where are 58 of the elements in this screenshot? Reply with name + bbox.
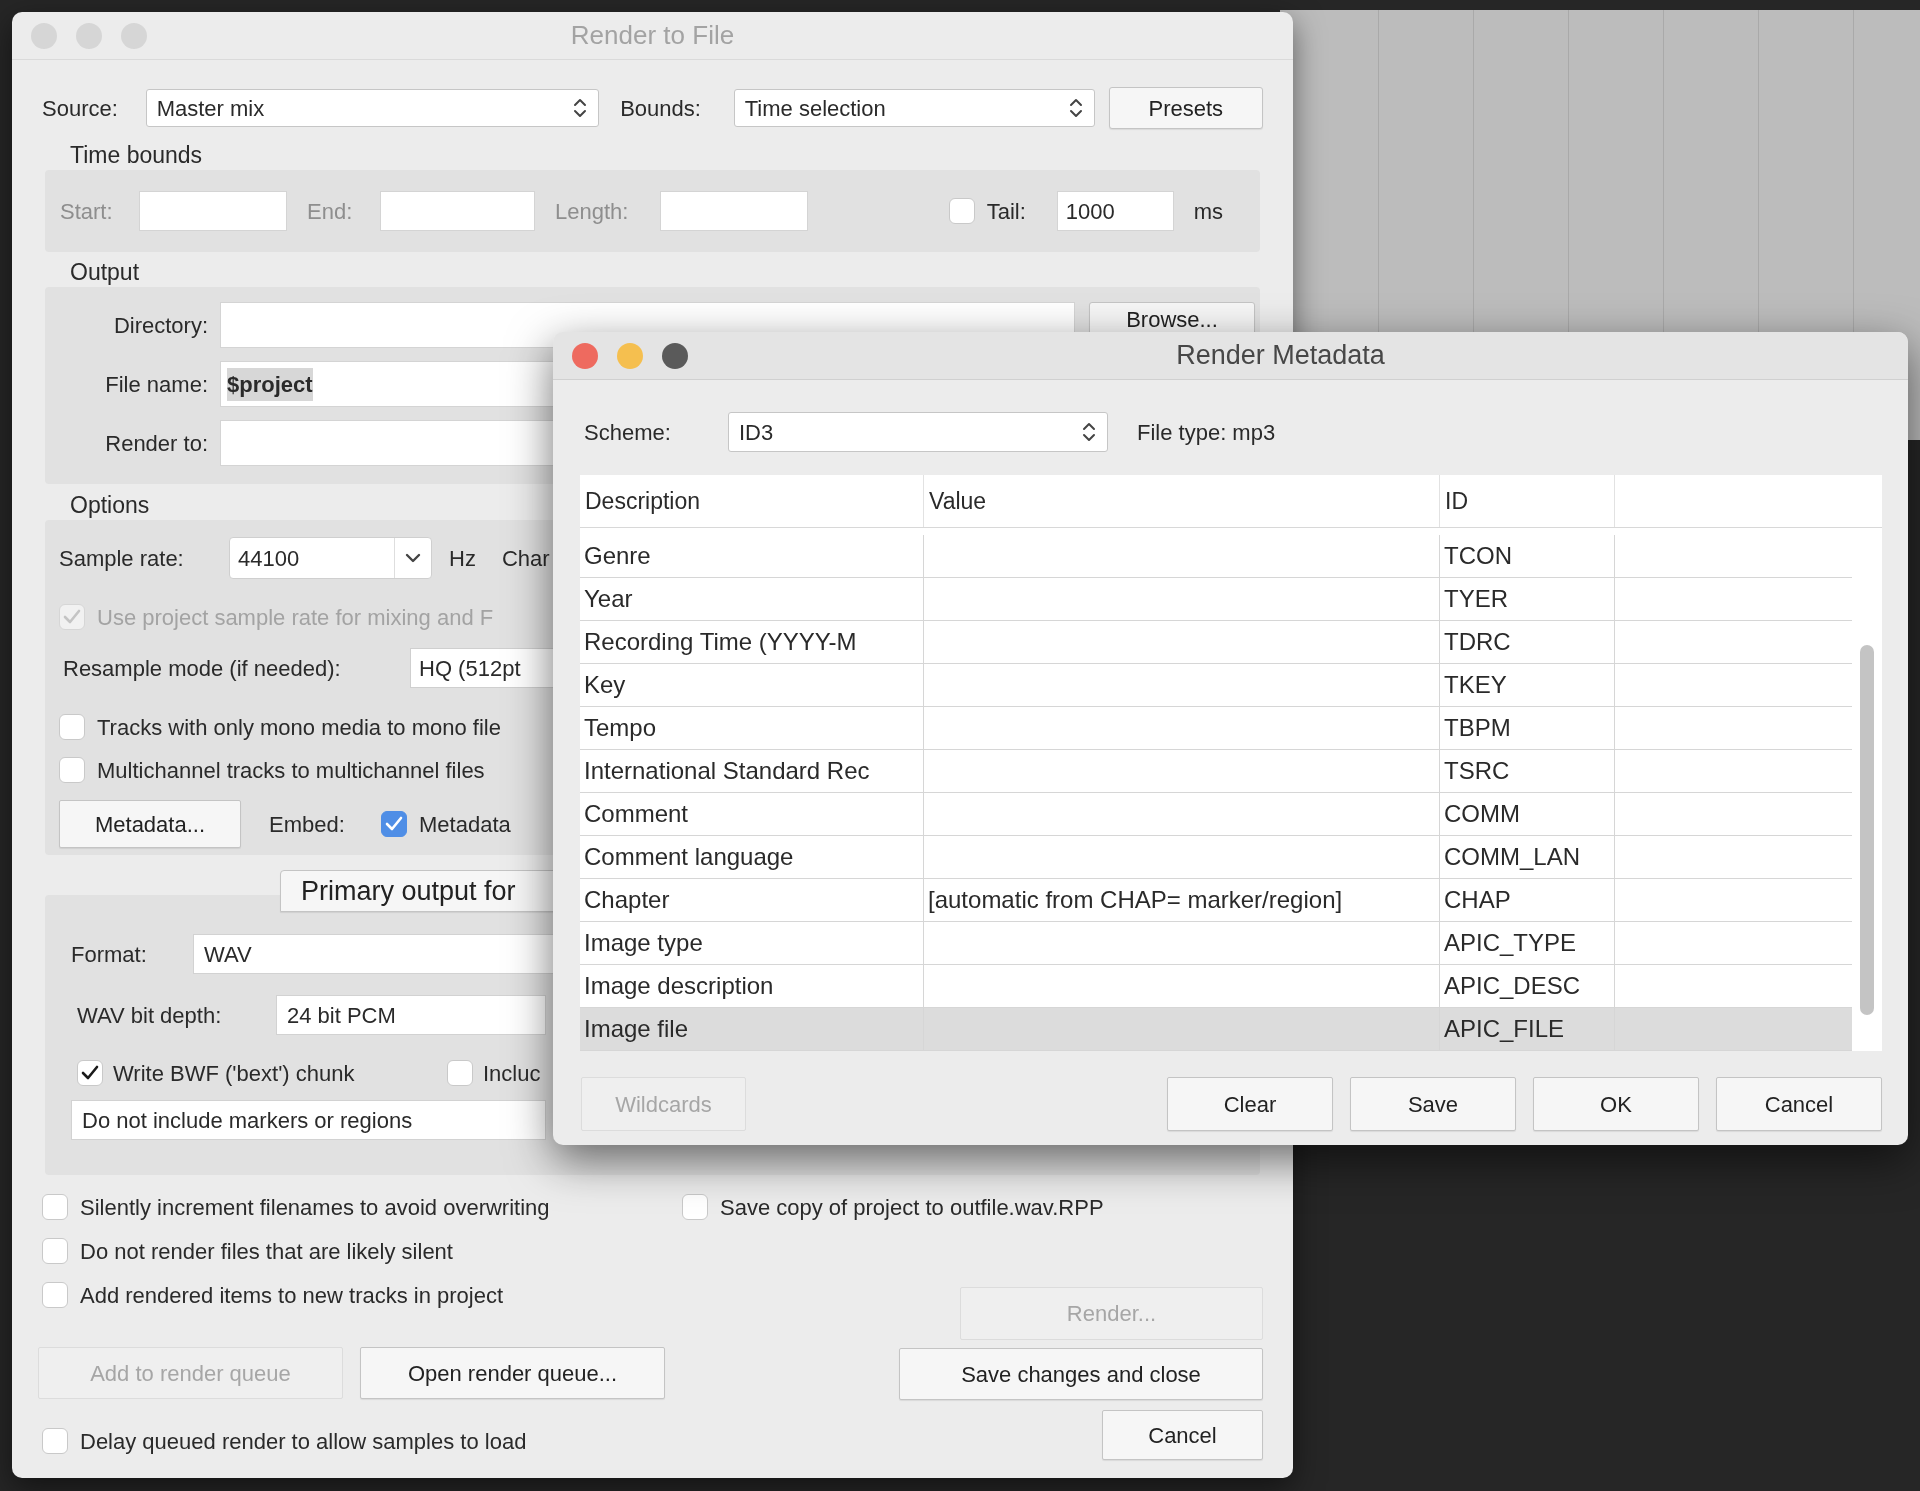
checkbox-label: Delay queued render to allow samples to load [80, 1427, 527, 1456]
field-label: Directory: [112, 311, 208, 340]
field-label: Render to: [104, 429, 208, 458]
unit-label: ms [1193, 197, 1223, 226]
table-cell-text: Comment language [584, 842, 794, 872]
field-label: Bounds: [620, 94, 702, 123]
field-label: Format: [71, 940, 148, 969]
table-cell-text: Key [584, 670, 626, 700]
field-label: Char [501, 544, 550, 573]
table-cell-text: CHAP [1444, 885, 1511, 915]
table-cell-text: Image description [584, 971, 774, 1001]
field-label: Length: [555, 197, 630, 226]
table-cell-text: TBPM [1444, 713, 1511, 743]
field-label: Start: [60, 197, 114, 226]
table-cell-text: TSRC [1444, 756, 1510, 786]
checkbox-label: Write BWF ('bext') chunk [113, 1059, 356, 1088]
table-cell-text: Genre [584, 541, 651, 571]
field-label: Resample mode (if needed): [63, 654, 342, 683]
checkbox-label: Silently increment filenames to avoid overwriting [80, 1193, 550, 1222]
checkbox-label: Metadata [419, 810, 511, 839]
field-label: Sample rate: [59, 544, 185, 573]
table-cell-text: TCON [1444, 541, 1512, 571]
field-label: Tail: [986, 197, 1027, 226]
table-cell-text: Chapter [584, 885, 670, 915]
window-title: Render to File [570, 19, 735, 52]
field-label: End: [307, 197, 354, 226]
field-label: Source: [42, 94, 119, 123]
field-label: Scheme: [584, 418, 672, 447]
table-cell-text: Year [584, 584, 633, 614]
table-cell-text: APIC_TYPE [1444, 928, 1577, 958]
section-heading: Time bounds [69, 141, 203, 170]
unit-label: Hz [449, 544, 476, 573]
field-label: Embed: [269, 810, 346, 839]
checkbox-label: Tracks with only mono media to mono file [97, 713, 501, 742]
table-cell-text: International Standard Rec [584, 756, 870, 786]
field-label: File name: [104, 370, 208, 399]
section-heading: Options [69, 491, 150, 520]
checkbox-label: Do not render files that are likely silent [80, 1237, 453, 1266]
table-cell-text: TDRC [1444, 627, 1511, 657]
checkbox-label: Incluc [483, 1059, 541, 1088]
section-heading: Output [69, 258, 140, 287]
checkbox-label: Multichannel tracks to multichannel files [97, 756, 485, 785]
table-cell-text: Image file [584, 1014, 689, 1044]
table-cell-text: Recording Time (YYYY-M [584, 627, 857, 657]
table-cell-text: Tempo [584, 713, 657, 743]
checkbox-label: Add rendered items to new tracks in project [80, 1281, 504, 1310]
table-cell-text: [automatic from CHAP= marker/region] [928, 885, 1343, 915]
field-label: WAV bit depth: [77, 1001, 223, 1030]
file-type-label: File type: mp3 [1137, 418, 1276, 447]
table-cell-text: TKEY [1444, 670, 1507, 700]
table-cell-text: Comment [584, 799, 689, 829]
table-cell-text: TYER [1444, 584, 1508, 614]
checkbox-label: Save copy of project to outfile.wav.RPP [720, 1193, 1104, 1222]
table-cell-text: APIC_FILE [1444, 1014, 1565, 1044]
checkbox-label: Use project sample rate for mixing and F [97, 603, 494, 632]
table-cell-text: COMM [1444, 799, 1520, 829]
table-cell-text: COMM_LAN [1444, 842, 1581, 872]
table-cell-text: APIC_DESC [1444, 971, 1581, 1001]
